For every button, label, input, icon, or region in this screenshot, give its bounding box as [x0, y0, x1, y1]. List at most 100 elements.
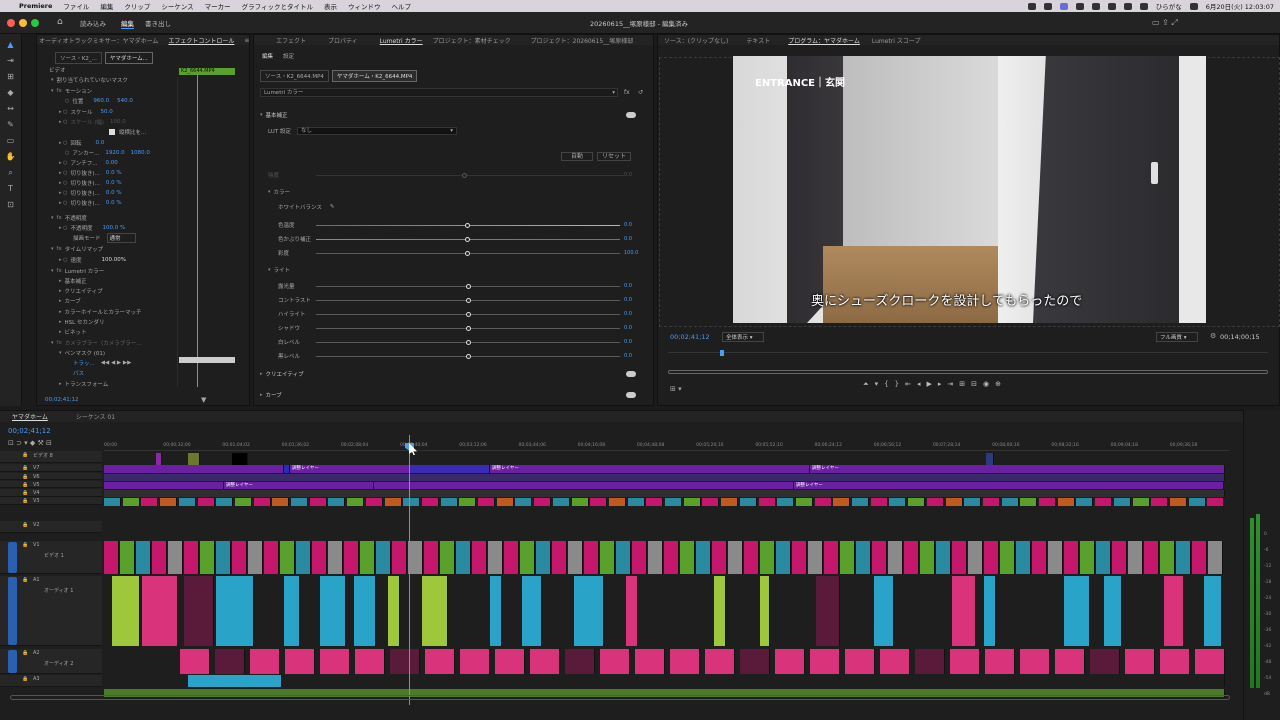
exposure-value[interactable]: 0.0	[624, 283, 632, 289]
timeline-clip[interactable]	[478, 498, 495, 506]
timeline-clip[interactable]	[496, 498, 514, 506]
tab-effects[interactable]: エフェクト	[276, 36, 306, 45]
timeline-clip[interactable]	[870, 498, 888, 506]
crop-value[interactable]: 0.0 %	[106, 190, 122, 196]
menu-graphics[interactable]: グラフィックとタイトル	[242, 1, 313, 11]
timeline-clip[interactable]	[1160, 649, 1190, 674]
program-video-frame[interactable]: ENTRANCE｜玄関 奥にシューズクロークを設計してもらったので	[733, 56, 1206, 323]
timeline-clip[interactable]	[104, 465, 284, 473]
timeline-clip[interactable]	[904, 541, 919, 574]
timeline-playhead[interactable]	[409, 435, 410, 705]
header-icons[interactable]: ▭ ⇪ ⤢	[1152, 18, 1178, 28]
timeline-clip[interactable]	[646, 498, 664, 506]
minimize-window-button[interactable]	[19, 19, 27, 27]
timeline-clip[interactable]	[360, 541, 375, 574]
status-icon[interactable]	[1027, 2, 1036, 10]
tab-sequence-01[interactable]: シーケンス 01	[76, 412, 115, 421]
timeline-clip[interactable]	[456, 541, 471, 574]
timeline-clip[interactable]	[874, 576, 894, 646]
track-header-a1[interactable]: A1 🔒 オーディオ 1	[0, 576, 102, 646]
timeline-clip[interactable]	[1064, 576, 1090, 646]
timeline-clip[interactable]	[1001, 498, 1019, 506]
timeline-clip[interactable]: 調整レイヤー	[290, 465, 410, 473]
timeline-clip[interactable]	[1064, 541, 1079, 574]
timeline-clip[interactable]	[344, 541, 359, 574]
subtab-settings[interactable]: 設定	[283, 52, 294, 60]
menu-clip[interactable]: クリップ	[124, 1, 150, 11]
timeline-clip[interactable]	[600, 541, 615, 574]
timeline-clip[interactable]	[888, 541, 903, 574]
timeline-clip[interactable]	[571, 498, 589, 506]
timeline-clip[interactable]	[136, 541, 151, 574]
track-toggle-icons[interactable]: 🔒	[22, 676, 28, 682]
tint-value[interactable]: 0.0	[624, 236, 632, 242]
menu-sequence[interactable]: シーケンス	[161, 1, 193, 11]
opacity-value[interactable]: 100.0 %	[102, 225, 125, 231]
anchor-x-value[interactable]: 1920.0	[105, 150, 124, 156]
timeline-clip[interactable]	[665, 498, 682, 506]
timeline-clip[interactable]	[232, 453, 248, 465]
timeline-clip[interactable]	[460, 649, 490, 674]
timeline-clip[interactable]	[504, 541, 519, 574]
track-toggle-icons[interactable]: 🔒	[22, 577, 28, 583]
timeline-clip[interactable]	[584, 541, 599, 574]
timeline-clip[interactable]	[1048, 541, 1063, 574]
timeline-clip[interactable]	[188, 453, 200, 465]
track-toggle-icons[interactable]: 🔒	[22, 490, 28, 496]
timeline-clip[interactable]	[775, 649, 805, 674]
timeline-clip[interactable]	[104, 482, 224, 489]
ime-indicator[interactable]: ひらがな	[1156, 1, 1182, 11]
status-icon[interactable]	[1075, 2, 1084, 10]
contrast-value[interactable]: 0.0	[624, 297, 632, 303]
track-select-icon[interactable]: ⇥	[6, 56, 16, 66]
track-header-v2[interactable]: V2 🔒	[0, 521, 102, 533]
workspace-edit[interactable]: 編集	[121, 18, 134, 29]
timeline-clip[interactable]	[1016, 541, 1031, 574]
timeline-clip[interactable]	[184, 576, 214, 646]
eyedropper-icon[interactable]: ✎	[330, 204, 335, 210]
timeline-clip[interactable]	[291, 498, 308, 506]
track-toggle-icons[interactable]: 🔒	[22, 474, 28, 480]
clip-tab-sequence[interactable]: ヤマダホーム・K2_6644.MP4	[331, 70, 418, 82]
timeline-clip[interactable]	[721, 498, 739, 506]
timeline-clip[interactable]	[312, 541, 327, 574]
timeline-clip[interactable]	[272, 498, 290, 506]
timeline-clip[interactable]	[232, 541, 247, 574]
track-header-a2[interactable]: A2 🔒 オーディオ 2	[0, 649, 102, 674]
menu-app[interactable]: Premiere	[19, 2, 52, 10]
speed-value[interactable]: 100.00%	[101, 257, 125, 263]
timeline-clip[interactable]	[1207, 498, 1225, 506]
timeline-clip[interactable]	[490, 576, 502, 646]
lift-icon[interactable]: ⊞	[959, 380, 971, 388]
zoom-scrollbar[interactable]	[668, 370, 1268, 374]
type-icon[interactable]: T	[6, 184, 16, 194]
track-header-v6[interactable]: V6 🔒	[0, 473, 102, 480]
timeline-clip[interactable]	[1095, 498, 1113, 506]
timeline-clip[interactable]	[216, 576, 254, 646]
source-tab[interactable]: ソース・K2_...	[55, 52, 102, 64]
timeline-clip[interactable]	[915, 649, 945, 674]
tab-sequence-main[interactable]: ヤマダホーム	[12, 412, 48, 421]
timeremap-section[interactable]: ▾ fx タイムリマップ	[51, 244, 103, 254]
timeline-clip[interactable]	[758, 498, 776, 506]
timeline-clip[interactable]	[388, 576, 400, 646]
timeline-clip[interactable]	[472, 541, 487, 574]
tab-source-monitor[interactable]: ソース：(クリップなし)	[664, 36, 728, 45]
program-timecode[interactable]: 00;02;41;12	[670, 333, 710, 341]
timeline-clip[interactable]	[683, 498, 701, 506]
status-icon[interactable]	[1107, 2, 1116, 10]
timeline-clip[interactable]	[141, 498, 159, 506]
timeline-clip[interactable]	[184, 541, 199, 574]
uniform-checkbox[interactable]	[109, 129, 115, 135]
timeline-clip[interactable]	[424, 541, 439, 574]
shadow-slider[interactable]	[316, 326, 620, 331]
timeline-clip[interactable]	[285, 649, 315, 674]
home-icon[interactable]: ⌂	[57, 17, 63, 27]
light-subheader[interactable]: ▾ ライト	[268, 265, 290, 275]
track-header-v3[interactable]: V3 🔒	[0, 497, 102, 505]
timeline-clip[interactable]	[936, 541, 951, 574]
caption-icon[interactable]: ⊡	[6, 200, 16, 210]
go-out-icon[interactable]: ⇥	[947, 380, 959, 388]
timeline-clip[interactable]	[421, 498, 439, 506]
timeline-clip[interactable]	[1020, 649, 1050, 674]
